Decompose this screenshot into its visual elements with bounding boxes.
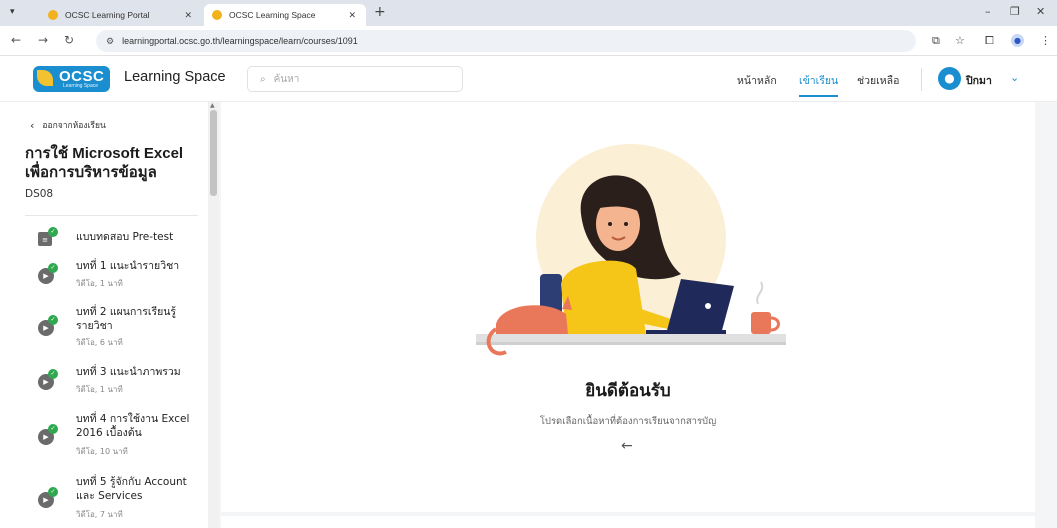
lesson-meta: วิดีโอ, 10 นาที: [76, 447, 128, 456]
cast-icon[interactable]: ⧉: [932, 34, 940, 48]
logo-subtext: Learning Space: [63, 83, 99, 89]
lesson-meta: วิดีโอ, 1 นาที: [76, 385, 123, 394]
reload-icon[interactable]: ↻: [64, 33, 74, 47]
chevron-down-icon[interactable]: ⌄: [1010, 71, 1019, 84]
search-placeholder: ค้นหา: [273, 73, 300, 85]
url-input[interactable]: ⚙ learningportal.ocsc.go.th/learningspac…: [96, 30, 916, 52]
chevron-left-icon: ‹: [30, 119, 35, 132]
logo-leaf-icon: [37, 70, 53, 86]
lesson-meta: วิดีโอ, 6 นาที: [76, 338, 123, 347]
check-icon: ✓: [48, 263, 58, 273]
lesson-title: บทที่ 5 รู้จักกับ Account และ Services: [76, 476, 187, 502]
lesson-item[interactable]: ▶ ✓ บทที่ 4 การใช้งาน Excel 2016 เบื้องต…: [38, 413, 203, 459]
check-icon: ✓: [48, 487, 58, 497]
minimize-icon[interactable]: –: [985, 5, 991, 18]
check-icon: ✓: [48, 315, 58, 325]
user-avatar-icon[interactable]: ●: [938, 67, 961, 90]
close-tab-icon[interactable]: ✕: [184, 10, 192, 21]
search-input[interactable]: ⌕ ค้นหา: [247, 66, 463, 92]
address-bar: ← → ↻ ⚙ learningportal.ocsc.go.th/learni…: [0, 26, 1057, 56]
tab-search-icon[interactable]: ▾: [10, 7, 15, 17]
browser-tab-bar: ▾ OCSC Learning Portal ✕ OCSC Learning S…: [0, 0, 1057, 26]
lesson-item[interactable]: ▶ ✓ บทที่ 5 รู้จักกับ Account และ Servic…: [38, 476, 203, 522]
new-tab-icon[interactable]: +: [374, 4, 386, 20]
header-divider: [921, 68, 922, 91]
url-text: learningportal.ocsc.go.th/learningspace/…: [122, 36, 358, 46]
sidebar-divider: [25, 215, 198, 216]
close-window-icon[interactable]: ✕: [1036, 5, 1045, 18]
lesson-item[interactable]: ▶ ✓ บทที่ 1 แนะนำรายวิชา วิดีโอ, 1 นาที: [38, 260, 203, 290]
brand-title: Learning Space: [124, 69, 226, 85]
lesson-meta: วิดีโอ, 1 นาที: [76, 279, 123, 288]
nav-home[interactable]: หน้าหลัก: [737, 72, 777, 89]
browser-tab-title: OCSC Learning Space: [229, 10, 316, 20]
search-icon: ⌕: [260, 73, 266, 85]
nav-help[interactable]: ช่วยเหลือ: [857, 72, 899, 89]
browser-menu-icon[interactable]: ⋮: [1040, 34, 1051, 47]
lesson-item[interactable]: ▶ ✓ บทที่ 3 แนะนำภาพรวม วิดีโอ, 1 นาที: [38, 366, 203, 396]
course-sidebar: ‹ ออกจากห้องเรียน การใช้ Microsoft Excel …: [0, 102, 208, 528]
welcome-illustration: [476, 144, 786, 356]
browser-tab-title: OCSC Learning Portal: [65, 10, 150, 20]
bookmark-star-icon[interactable]: ☆: [955, 34, 965, 47]
restore-icon[interactable]: ❐: [1010, 5, 1020, 18]
back-icon[interactable]: ←: [11, 33, 21, 47]
lesson-item[interactable]: ▶ ✓ บทที่ 2 แผนการเรียนรู้ รายวิชา วิดีโ…: [38, 306, 203, 350]
scroll-up-icon[interactable]: ▲: [210, 102, 215, 109]
browser-tab-1[interactable]: OCSC Learning Portal ✕: [40, 4, 202, 26]
check-icon: ✓: [48, 227, 58, 237]
favicon-icon: [212, 10, 222, 20]
welcome-card: ยินดีต้อนรับ โปรดเลือกเนื้อหาที่ต้องการเ…: [221, 102, 1035, 512]
lesson-meta: วิดีโอ, 7 นาที: [76, 510, 123, 519]
welcome-subtitle: โปรดเลือกเนื้อหาที่ต้องการเรียนจากสารบัญ: [539, 416, 717, 427]
app-header: OCSC Learning Space Learning Space ⌕ ค้น…: [0, 56, 1057, 102]
forward-icon[interactable]: →: [38, 33, 48, 47]
lesson-title: แบบทดสอบ Pre-test: [76, 231, 174, 243]
lesson-title: บทที่ 1 แนะนำรายวิชา: [76, 260, 180, 272]
leave-label: ออกจากห้องเรียน: [42, 121, 106, 131]
course-title: การใช้ Microsoft Excel เพื่อการบริหารข้อ…: [25, 145, 184, 181]
welcome-title: ยินดีต้อนรับ: [585, 381, 671, 401]
browser-profile-icon[interactable]: ●: [1011, 34, 1024, 47]
ocsc-logo[interactable]: OCSC Learning Space: [33, 66, 110, 92]
check-icon: ✓: [48, 424, 58, 434]
lesson-item[interactable]: ≡ ✓ แบบทดสอบ Pre-test: [38, 227, 203, 250]
site-info-icon[interactable]: ⚙: [106, 36, 114, 47]
favicon-icon: [48, 10, 58, 20]
lesson-title: บทที่ 2 แผนการเรียนรู้ รายวิชา: [76, 306, 177, 332]
user-name[interactable]: ปิกมา: [966, 72, 992, 89]
main-content: ยินดีต้อนรับ โปรดเลือกเนื้อหาที่ต้องการเ…: [219, 102, 1057, 528]
secondary-card: [221, 516, 1035, 528]
course-code: DS08: [25, 188, 54, 200]
sidebar-scroll-thumb[interactable]: [210, 110, 217, 196]
close-tab-icon[interactable]: ✕: [348, 10, 356, 21]
leave-classroom-link[interactable]: ‹ ออกจากห้องเรียน: [30, 118, 106, 132]
browser-tab-2[interactable]: OCSC Learning Space ✕: [204, 4, 366, 26]
nav-learn[interactable]: เข้าเรียน: [799, 72, 839, 97]
extensions-icon[interactable]: ⧠: [985, 34, 994, 48]
arrow-left-icon: ←: [621, 438, 633, 454]
check-icon: ✓: [48, 369, 58, 379]
lesson-title: บทที่ 4 การใช้งาน Excel 2016 เบื้องต้น: [76, 413, 190, 439]
lesson-title: บทที่ 3 แนะนำภาพรวม: [76, 366, 181, 378]
